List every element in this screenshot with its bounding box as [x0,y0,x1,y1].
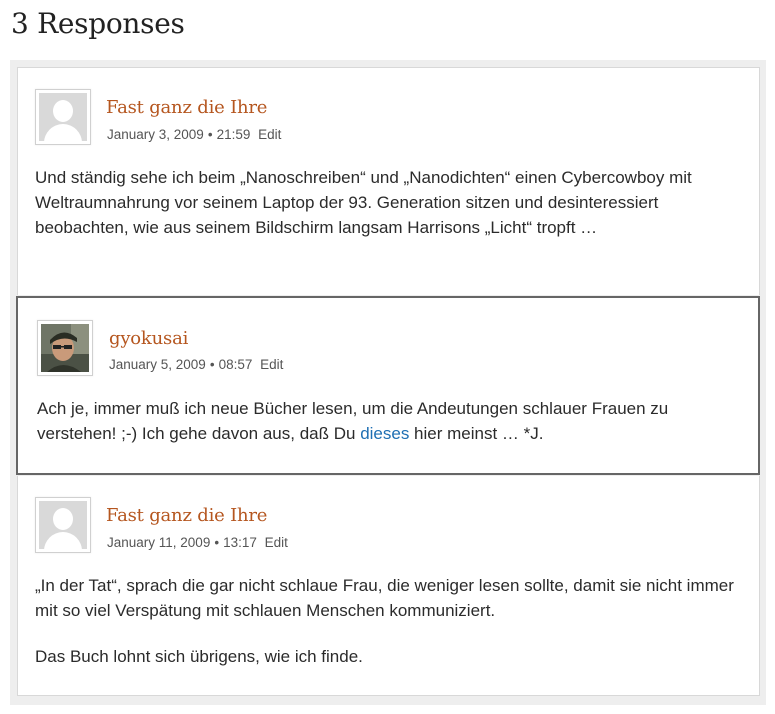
comment-date-link[interactable]: January 11, 2009 • 13:17 [107,535,257,550]
comment-author-link[interactable]: gyokusai [109,328,188,349]
comment-text: Das Buch lohnt sich übrigens, wie ich fi… [35,647,363,666]
edit-comment-link[interactable]: Edit [265,535,288,550]
edit-comment-link[interactable]: Edit [258,127,281,142]
comment-date-link[interactable]: January 3, 2009 • 21:59 [107,127,250,142]
comment-text-after-link: hier meinst … *J. [409,424,544,443]
comment-author-link[interactable]: Fast ganz die Ihre [106,505,267,526]
comment-meta: January 5, 2009 • 08:57 Edit [109,357,283,372]
comment-time: 13:17 [223,535,257,550]
default-avatar-icon[interactable] [35,89,91,145]
comment-time: 21:59 [216,127,251,142]
comment-text: Ach je, immer muß ich neue Bücher lesen,… [37,396,737,446]
comment-text-before-link: Ach je, immer muß ich neue Bücher lesen,… [37,399,669,443]
user-photo-icon [41,324,89,372]
comment-meta: January 11, 2009 • 13:17 Edit [107,535,288,550]
comment-text: „In der Tat“, sprach die gar nicht schla… [35,576,734,620]
comment-date: January 5, 2009 [109,357,206,372]
meta-separator: • [209,357,215,372]
comment-meta: January 3, 2009 • 21:59 Edit [107,127,281,142]
comment-time: 08:57 [218,357,253,372]
comment-1: Fast ganz die Ihre January 3, 2009 • 21:59… [17,67,760,295]
edit-comment-link[interactable]: Edit [260,357,283,372]
comment-text: Und ständig sehe ich beim „Nanoschreiben… [35,168,692,237]
default-avatar-icon[interactable] [35,497,91,553]
comment-date-link[interactable]: January 5, 2009 • 08:57 [109,357,252,372]
comment-3: Fast ganz die Ihre January 11, 2009 • 13:1… [17,476,760,696]
comment-date: January 11, 2009 [107,535,211,550]
comment-date: January 3, 2009 [107,127,204,142]
comment-inline-link[interactable]: dieses [360,424,409,443]
comment-2-highlighted: gyokusai January 5, 2009 • 08:57 Edit Ach … [16,296,760,475]
comments-heading: 3 Responses [11,7,185,40]
comment-author-link[interactable]: Fast ganz die Ihre [106,97,267,118]
meta-separator: • [214,535,220,550]
meta-separator: • [207,127,213,142]
user-avatar[interactable] [37,320,93,376]
